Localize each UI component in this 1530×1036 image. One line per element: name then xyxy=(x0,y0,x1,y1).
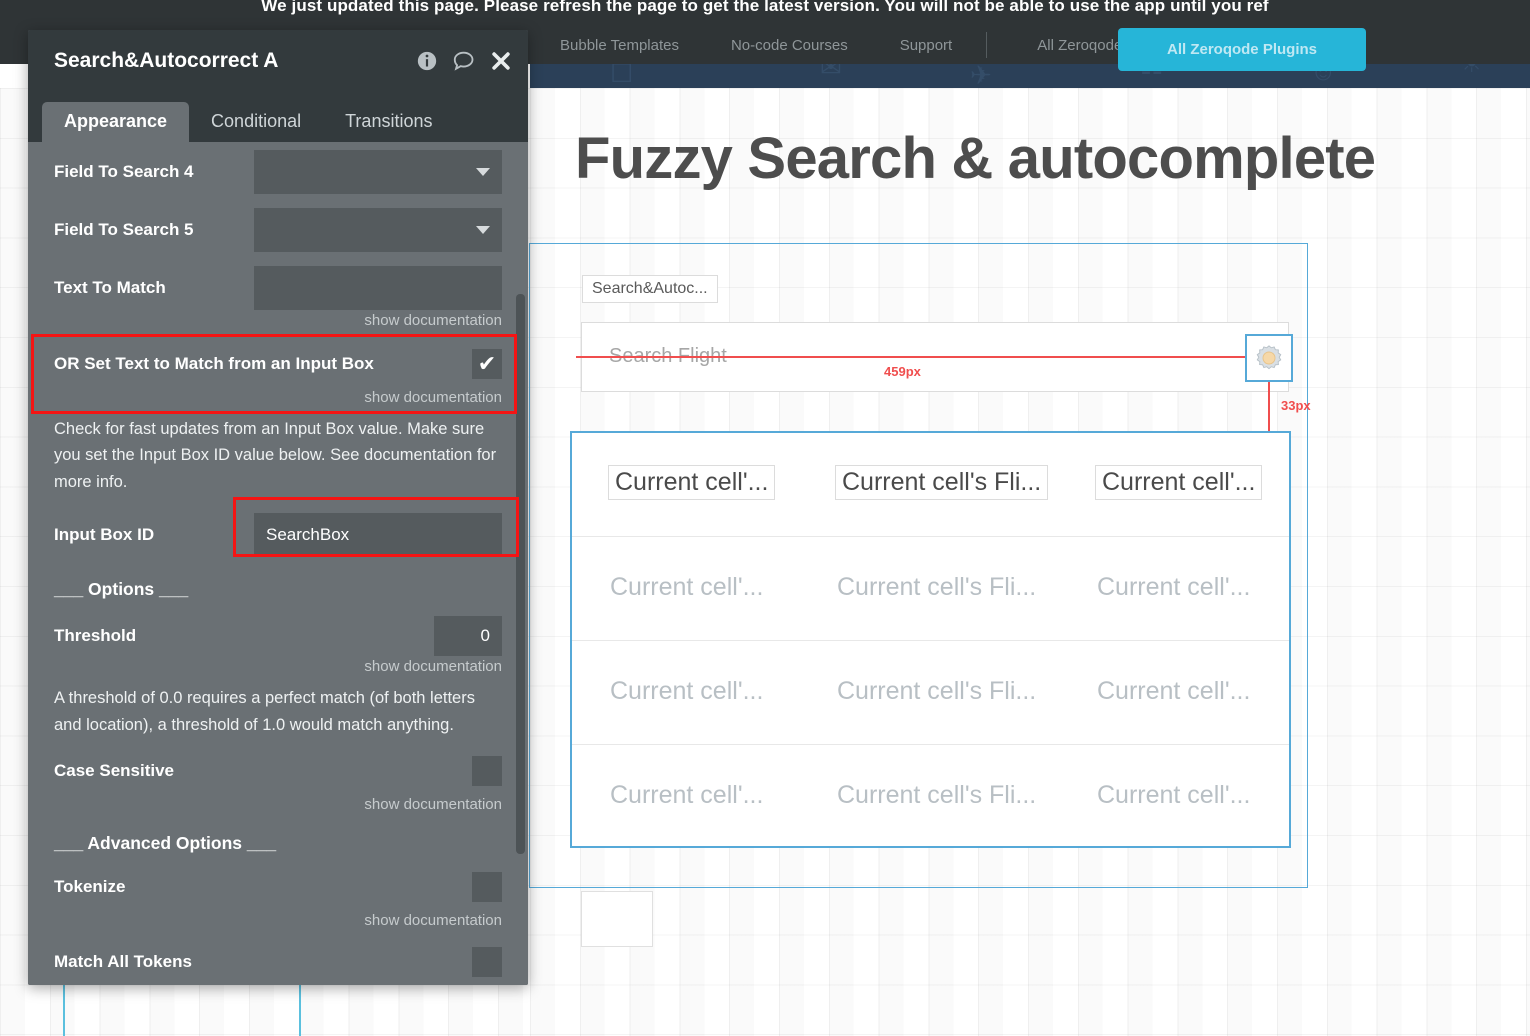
panel-header: Search&Autocorrect A xyxy=(28,30,528,92)
prop-label: Field To Search 5 xyxy=(54,220,194,240)
prop-tokenize: Tokenize xyxy=(54,872,502,902)
prop-field-to-search-4: Field To Search 4 xyxy=(54,150,502,194)
prop-label: Tokenize xyxy=(54,877,125,897)
chevron-down-icon xyxy=(476,168,490,176)
prop-label: OR Set Text to Match from an Input Box xyxy=(54,354,374,374)
prop-input-box-id: Input Box ID SearchBox xyxy=(54,513,502,557)
info-icon[interactable] xyxy=(416,50,438,72)
prop-case-sensitive: Case Sensitive xyxy=(54,756,502,786)
nav-item-support[interactable]: Support xyxy=(900,37,953,54)
field-to-search-5-dropdown[interactable] xyxy=(254,208,502,252)
input-box-id-field[interactable]: SearchBox xyxy=(254,513,502,557)
nav-item-no-code-courses[interactable]: No-code Courses xyxy=(731,37,848,54)
match-all-tokens-checkbox[interactable] xyxy=(472,947,502,977)
tab-conditional[interactable]: Conditional xyxy=(189,102,323,142)
show-documentation-link[interactable]: show documentation xyxy=(54,796,502,813)
prop-or-set-text: OR Set Text to Match from an Input Box ✔ xyxy=(54,349,502,379)
plugin-element-box[interactable] xyxy=(1245,334,1293,382)
tokenize-checkbox[interactable] xyxy=(472,872,502,902)
prop-label: Field To Search 4 xyxy=(54,162,194,182)
prop-label: Text To Match xyxy=(54,278,166,298)
prop-label: Input Box ID xyxy=(54,525,154,545)
cell-col2: Current cell's Fli... xyxy=(835,465,1048,500)
text-to-match-input[interactable] xyxy=(254,266,502,310)
cell-col1: Current cell'... xyxy=(610,781,763,810)
element-name-label[interactable]: Search&Autoc... xyxy=(582,275,718,303)
prop-match-all-tokens: Match All Tokens xyxy=(54,947,502,977)
page-update-banner: We just updated this page. Please refres… xyxy=(0,0,1530,26)
cell-col3: Current cell'... xyxy=(1097,573,1250,602)
panel-scrollbar-thumb[interactable] xyxy=(516,294,525,854)
tab-transitions[interactable]: Transitions xyxy=(323,102,454,142)
cell-col1: Current cell'... xyxy=(608,465,775,500)
measure-height-label: 33px xyxy=(1281,398,1311,413)
threshold-input[interactable]: 0 xyxy=(434,616,502,656)
case-sensitive-checkbox[interactable] xyxy=(472,756,502,786)
field-to-search-4-dropdown[interactable] xyxy=(254,150,502,194)
show-documentation-link[interactable]: show documentation xyxy=(54,658,502,675)
table-row[interactable]: Current cell'... Current cell's Fli... C… xyxy=(572,433,1289,537)
show-documentation-link[interactable]: show documentation xyxy=(54,912,502,929)
cta-label: All Zeroqode Plugins xyxy=(1167,41,1317,58)
measure-line-width xyxy=(576,356,1258,358)
panel-body: Field To Search 4 Field To Search 5 Text… xyxy=(28,142,528,985)
cell-col3: Current cell'... xyxy=(1097,781,1250,810)
prop-label: Case Sensitive xyxy=(54,761,174,781)
panel-title: Search&Autocorrect A xyxy=(54,49,402,73)
banner-text: We just updated this page. Please refres… xyxy=(261,0,1268,16)
measure-width-label: 459px xyxy=(884,364,921,379)
prop-text-to-match: Text To Match xyxy=(54,266,502,310)
options-section-header: ___ Options ___ xyxy=(54,579,502,600)
cell-col3: Current cell'... xyxy=(1097,677,1250,706)
property-editor-panel: Search&Autocorrect A Appearance xyxy=(28,30,528,985)
show-documentation-link[interactable]: show documentation xyxy=(54,389,502,406)
advanced-options-section-header: ___ Advanced Options ___ xyxy=(54,833,502,854)
close-icon[interactable] xyxy=(490,50,512,72)
cell-col2: Current cell's Fli... xyxy=(837,677,1036,706)
prop-label: Match All Tokens xyxy=(54,952,192,972)
table-row[interactable]: Current cell'... Current cell's Fli... C… xyxy=(572,537,1289,641)
cell-col3: Current cell'... xyxy=(1095,465,1262,500)
comment-icon[interactable] xyxy=(452,49,476,73)
cell-col2: Current cell's Fli... xyxy=(837,573,1036,602)
nav-item-bubble-templates[interactable]: Bubble Templates xyxy=(560,37,679,54)
or-set-text-help: Check for fast updates from an Input Box… xyxy=(54,416,502,495)
measure-line-height xyxy=(1268,382,1270,436)
table-row[interactable]: Current cell'... Current cell's Fli... C… xyxy=(572,641,1289,745)
cell-col1: Current cell'... xyxy=(610,677,763,706)
page-title: Fuzzy Search & autocomplete xyxy=(575,125,1375,192)
repeating-group[interactable]: Current cell'... Current cell's Fli... C… xyxy=(570,431,1291,848)
nav-divider xyxy=(986,32,987,58)
hero-decor-icon-3: ✈ xyxy=(970,60,992,88)
show-documentation-link[interactable]: show documentation xyxy=(54,312,502,329)
all-zeroqode-plugins-button[interactable]: All Zeroqode Plugins xyxy=(1118,28,1366,71)
empty-element-stub[interactable] xyxy=(581,891,653,947)
cell-col1: Current cell'... xyxy=(610,573,763,602)
panel-tabs: Appearance Conditional Transitions xyxy=(28,92,528,142)
gear-icon xyxy=(1254,343,1284,373)
prop-field-to-search-5: Field To Search 5 xyxy=(54,208,502,252)
chevron-down-icon xyxy=(476,226,490,234)
or-set-text-checkbox[interactable]: ✔ xyxy=(472,349,502,379)
screen-root: ☐ ✉ ✈ ☷ ☺ ☀ Bubble Templates No-code Cou… xyxy=(0,0,1530,1036)
prop-threshold: Threshold 0 xyxy=(54,616,502,656)
table-row[interactable]: Current cell'... Current cell's Fli... C… xyxy=(572,745,1289,850)
prop-label: Threshold xyxy=(54,626,136,646)
tab-appearance[interactable]: Appearance xyxy=(42,102,189,142)
threshold-help: A threshold of 0.0 requires a perfect ma… xyxy=(54,685,502,738)
cell-col2: Current cell's Fli... xyxy=(837,781,1036,810)
